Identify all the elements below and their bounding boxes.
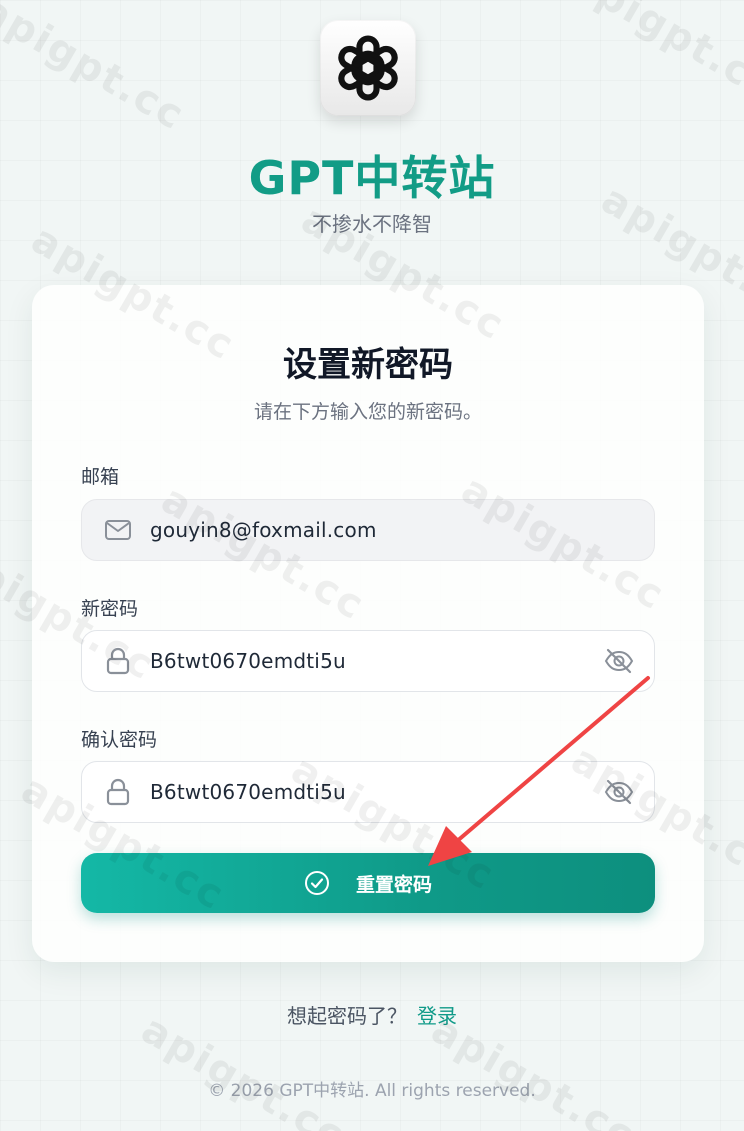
lock-icon xyxy=(104,647,132,675)
confirm-password-label: 确认密码 xyxy=(81,729,158,751)
login-prompt-text: 想起密码了？ xyxy=(287,1004,407,1028)
reset-password-card: 设置新密码 请在下方输入您的新密码。 邮箱 gouyin8@foxmail.co… xyxy=(32,285,704,962)
login-link[interactable]: 登录 xyxy=(417,1004,457,1028)
brand-subtitle: 不掺水不降智 xyxy=(312,212,432,236)
copyright-footer: © 2026 GPT中转站. All rights reserved. xyxy=(208,1081,536,1101)
card-subtitle: 请在下方输入您的新密码。 xyxy=(253,401,482,423)
email-value: gouyin8@foxmail.com xyxy=(150,518,377,542)
brand-title: GPT中转站 xyxy=(248,151,496,205)
confirm-password-value: B6twt0670emdti5u xyxy=(150,780,346,804)
eye-off-icon[interactable] xyxy=(604,646,634,676)
new-password-field[interactable]: B6twt0670emdti5u xyxy=(81,630,655,692)
email-label: 邮箱 xyxy=(81,466,120,488)
mail-icon xyxy=(104,516,132,544)
lock-icon xyxy=(104,778,132,806)
new-password-value: B6twt0670emdti5u xyxy=(150,649,346,673)
openai-logo-icon xyxy=(320,20,416,116)
confirm-password-field[interactable]: B6twt0670emdti5u xyxy=(81,761,655,823)
reset-password-button[interactable]: 重置密码 xyxy=(81,853,655,913)
card-title: 设置新密码 xyxy=(283,345,453,385)
eye-off-icon[interactable] xyxy=(604,777,634,807)
login-prompt: 想起密码了？ 登录 xyxy=(0,1000,744,1029)
new-password-label: 新密码 xyxy=(81,598,139,620)
email-field[interactable]: gouyin8@foxmail.com xyxy=(81,499,655,561)
reset-password-button-label: 重置密码 xyxy=(355,873,432,896)
check-circle-icon xyxy=(304,870,330,896)
